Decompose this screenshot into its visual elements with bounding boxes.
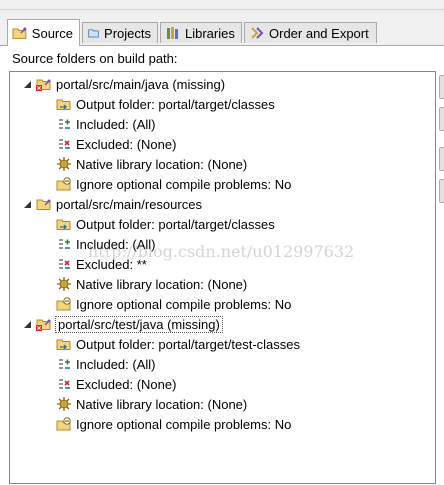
tab-bar: Source Projects Libraries Order and Expo…: [0, 0, 444, 46]
tree-property-label: Output folder: portal/target/classes: [76, 96, 275, 112]
ignore-problems-icon: [56, 177, 71, 191]
tree-property-row[interactable]: Native library location: (None): [56, 154, 247, 174]
tree-property-row[interactable]: Output folder: portal/target/classes: [56, 214, 275, 234]
tree-folder-label: portal/src/test/java (missing): [55, 315, 223, 333]
tree-property-row[interactable]: Included: (All): [56, 354, 155, 374]
side-button[interactable]: [439, 75, 444, 99]
order-export-icon: [251, 27, 264, 39]
tree-property-label: Output folder: portal/target/test-classe…: [76, 336, 300, 352]
collapse-toggle-icon[interactable]: [22, 194, 32, 214]
tree-folder-row[interactable]: portal/src/main/resources: [10, 194, 202, 214]
side-button[interactable]: [439, 179, 444, 203]
tree-property-label: Output folder: portal/target/classes: [76, 216, 275, 232]
tree-property-row[interactable]: Excluded: (None): [56, 134, 176, 154]
included-icon: [59, 359, 70, 369]
output-folder-icon: [56, 339, 71, 350]
tree-property-label: Ignore optional compile problems: No: [76, 416, 292, 432]
tab-source[interactable]: Source: [7, 19, 80, 46]
libraries-icon: [167, 27, 178, 39]
included-icon: [59, 119, 70, 129]
tree-property-label: Included: (All): [76, 356, 156, 372]
tree-folder-label: portal/src/main/resources: [56, 196, 202, 212]
source-folder-tree[interactable]: portal/src/main/java (missing) Output fol…: [9, 71, 436, 484]
excluded-icon: [59, 259, 70, 269]
source-folder-icon: [12, 27, 27, 39]
tree-folder-row[interactable]: portal/src/test/java (missing): [10, 314, 223, 334]
tree-property-row[interactable]: Ignore optional compile problems: No: [56, 174, 291, 194]
side-button[interactable]: [439, 147, 444, 171]
tree-property-row[interactable]: Output folder: portal/target/classes: [56, 94, 275, 114]
tree-property-label: Native library location: (None): [76, 396, 248, 412]
tab-libraries[interactable]: Libraries: [160, 22, 242, 43]
tree-property-row[interactable]: Ignore optional compile problems: No: [56, 414, 291, 434]
tab-label: Source: [31, 25, 73, 41]
ignore-problems-icon: [56, 297, 71, 311]
tree-property-label: Excluded: (None): [76, 136, 177, 152]
tab-label: Order and Export: [269, 25, 369, 41]
tree-property-label: Native library location: (None): [76, 276, 248, 292]
tree-property-label: Excluded: (None): [76, 376, 177, 392]
collapse-toggle-icon[interactable]: [22, 314, 32, 334]
tree-folder-row[interactable]: portal/src/main/java (missing): [10, 74, 225, 94]
tree-property-label: Ignore optional compile problems: No: [76, 176, 292, 192]
tab-label: Libraries: [185, 25, 235, 41]
tree-property-row[interactable]: Excluded: (None): [56, 374, 176, 394]
native-library-icon: [57, 277, 71, 291]
collapse-toggle-icon[interactable]: [22, 74, 32, 94]
excluded-icon: [59, 379, 70, 389]
native-library-icon: [57, 397, 71, 411]
tree-property-row[interactable]: Included: (All): [56, 114, 155, 134]
watermark: http://blog.csdn.net/u012997632: [88, 242, 355, 261]
tree-property-row[interactable]: Native library location: (None): [56, 274, 247, 294]
missing-source-folder-icon: [36, 319, 51, 331]
tree-folder-label: portal/src/main/java (missing): [56, 76, 226, 92]
source-folder-icon: [36, 199, 51, 210]
native-library-icon: [57, 157, 71, 171]
projects-icon: [88, 29, 99, 38]
side-button[interactable]: [439, 107, 444, 131]
tab-projects[interactable]: Projects: [82, 22, 158, 43]
missing-source-folder-icon: [36, 79, 51, 91]
tree-property-row[interactable]: Ignore optional compile problems: No: [56, 294, 291, 314]
tree-property-row[interactable]: Native library location: (None): [56, 394, 247, 414]
section-label: Source folders on build path:: [12, 51, 178, 66]
tree-property-label: Ignore optional compile problems: No: [76, 296, 292, 312]
tree-property-label: Included: (All): [76, 116, 156, 132]
included-icon: [59, 239, 70, 249]
output-folder-icon: [56, 219, 71, 230]
tab-order-export[interactable]: Order and Export: [244, 22, 377, 43]
output-folder-icon: [56, 99, 71, 110]
tree-property-label: Native library location: (None): [76, 156, 248, 172]
tree-property-row[interactable]: Output folder: portal/target/test-classe…: [56, 334, 300, 354]
excluded-icon: [59, 139, 70, 149]
ignore-problems-icon: [56, 417, 71, 431]
tab-label: Projects: [104, 25, 151, 41]
